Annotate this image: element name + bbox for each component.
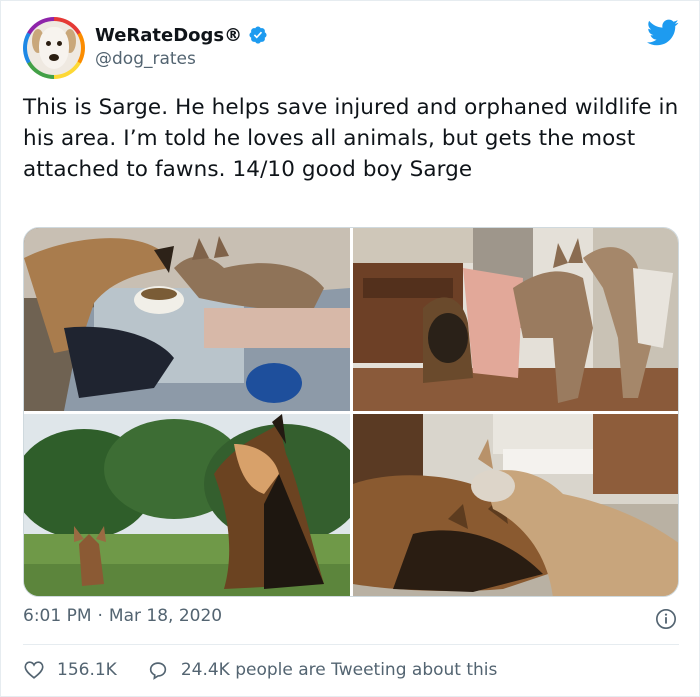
tweet-timestamp[interactable]: 6:01 PM · Mar 18, 2020 bbox=[23, 606, 222, 626]
info-icon[interactable] bbox=[655, 608, 677, 630]
tweet-date: Mar 18, 2020 bbox=[108, 606, 223, 626]
like-button[interactable]: 156.1K bbox=[23, 659, 117, 681]
dog-eye-right-shape bbox=[57, 41, 62, 46]
dog-eye-left-shape bbox=[46, 41, 51, 46]
name-row: WeRateDogs® bbox=[95, 23, 268, 47]
twitter-bird-icon[interactable] bbox=[647, 19, 679, 47]
conversation-link[interactable]: 24.4K people are Tweeting about this bbox=[147, 659, 498, 681]
dog-face-shape bbox=[39, 27, 69, 69]
photo-dog-deer-cuddling[interactable] bbox=[353, 414, 678, 596]
account-handle[interactable]: @dog_rates bbox=[95, 49, 196, 69]
like-count: 156.1K bbox=[57, 660, 117, 680]
photo-dog-two-deer-indoors[interactable] bbox=[353, 228, 678, 411]
tweet-header: WeRateDogs® @dog_rates bbox=[23, 17, 679, 79]
divider bbox=[23, 644, 679, 645]
photo-dog-fawn-eating[interactable] bbox=[24, 228, 350, 411]
display-name[interactable]: WeRateDogs® bbox=[95, 25, 242, 46]
conversation-text: 24.4K people are Tweeting about this bbox=[180, 660, 498, 680]
tweet-time: 6:01 PM bbox=[23, 606, 92, 626]
media-grid bbox=[23, 227, 679, 597]
dog-nose-shape bbox=[49, 54, 59, 61]
speech-bubble-icon bbox=[149, 662, 166, 680]
timestamp-separator: · bbox=[97, 606, 103, 626]
verified-badge-icon bbox=[249, 26, 267, 44]
heart-icon bbox=[24, 661, 44, 679]
photo-dog-fawn-outdoors[interactable] bbox=[24, 414, 350, 596]
dog-avatar-image bbox=[27, 21, 81, 75]
avatar[interactable] bbox=[23, 17, 85, 79]
engagement-bar: 156.1K 24.4K people are Tweeting about t… bbox=[23, 657, 497, 683]
tweet-text: This is Sarge. He helps save injured and… bbox=[23, 95, 679, 182]
tweet-card: WeRateDogs® @dog_rates This is Sarge. He… bbox=[0, 0, 700, 697]
